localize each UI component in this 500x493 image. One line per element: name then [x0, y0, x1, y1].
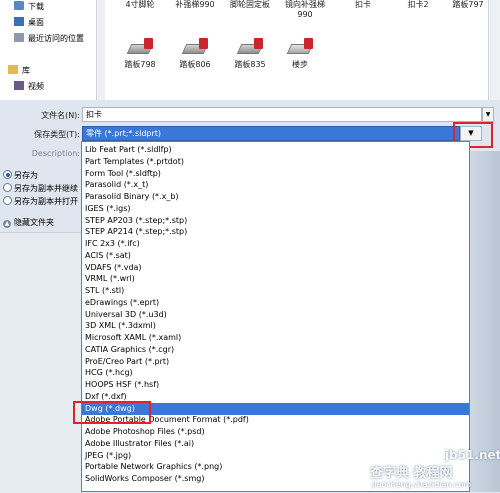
radio-icon — [3, 196, 12, 205]
filename-label: 文件名(N): — [41, 111, 80, 120]
filetype-option[interactable]: Universal 3D (*.u3d) — [85, 309, 469, 321]
filetype-option[interactable]: JPEG (*.jpg) — [85, 450, 469, 462]
file-name: 镜向补强梯 — [285, 0, 325, 9]
file-item[interactable]: 补强梯990 — [165, 0, 225, 10]
file-item[interactable]: 踏板806 — [165, 38, 225, 70]
collapse-icon: ▲ — [3, 220, 11, 228]
options-panel-background — [0, 232, 81, 493]
option-save-copy-continue[interactable]: 另存为副本并继续 — [3, 183, 81, 194]
file-name: 楼步 — [292, 60, 308, 69]
nav-item-recent-places[interactable]: 最近访问的位置 — [14, 32, 84, 46]
nav-item-label: 视频 — [28, 82, 44, 91]
file-name-line2: 990 — [297, 10, 313, 19]
radio-icon — [3, 183, 12, 192]
file-name: 扣卡 — [355, 0, 371, 9]
file-name: 踏板806 — [179, 60, 211, 69]
hide-folders-label: 隐藏文件夹 — [14, 218, 54, 227]
file-name: 踏板798 — [124, 60, 156, 69]
nav-scrollbar[interactable] — [96, 0, 105, 100]
filetype-dropdown-list[interactable]: Lib Feat Part (*.sldlfp) Part Templates (… — [81, 141, 470, 492]
option-save-as[interactable]: 另存为 — [3, 170, 38, 181]
filetype-option[interactable]: VDAFS (*.vda) — [85, 262, 469, 274]
filetype-label: 保存类型(T): — [34, 130, 80, 139]
filetype-option[interactable]: Microsoft XAML (*.xaml) — [85, 332, 469, 344]
nav-item-desktop[interactable]: 桌面 — [14, 16, 44, 30]
file-name: 脚轮固定板 — [230, 0, 270, 9]
file-name: 补强梯990 — [175, 0, 215, 9]
desktop-icon — [14, 17, 24, 26]
filetype-option[interactable]: VRML (*.wrl) — [85, 273, 469, 285]
file-list: 4寸脚轮 补强梯990 脚轮固定板 镜向补强梯 990 扣卡 扣卡2 踏板797… — [105, 0, 500, 100]
file-item[interactable]: 4寸脚轮 — [110, 0, 170, 10]
option-label: 另存为副本并打开 — [14, 197, 78, 206]
download-folder-icon — [14, 1, 24, 10]
part-file-icon — [181, 38, 209, 58]
description-label: Description: — [31, 149, 80, 158]
nav-item-label: 下载 — [28, 2, 44, 11]
filetype-option[interactable]: Parasolid Binary (*.x_b) — [85, 191, 469, 203]
filetype-option[interactable]: IFC 2x3 (*.ifc) — [85, 238, 469, 250]
option-label: 另存为 — [14, 171, 38, 180]
filetype-option[interactable]: CATIA Graphics (*.cgr) — [85, 344, 469, 356]
file-item[interactable]: 扣卡 — [333, 0, 393, 10]
option-label: 另存为副本并继续 — [14, 184, 78, 193]
filetype-option[interactable]: Part Templates (*.prtdot) — [85, 156, 469, 168]
part-file-icon — [126, 38, 154, 58]
filetype-option[interactable]: Lib Feat Part (*.sldlfp) — [85, 144, 469, 156]
filetype-option[interactable]: IGES (*.igs) — [85, 203, 469, 215]
filename-input[interactable]: 扣卡 — [82, 107, 482, 122]
nav-item-label: 最近访问的位置 — [28, 34, 84, 43]
filetype-option[interactable]: eDrawings (*.eprt) — [85, 297, 469, 309]
nav-item-downloads[interactable]: 下载 — [14, 0, 44, 14]
filetype-option[interactable]: Adobe Photoshop Files (*.psd) — [85, 426, 469, 438]
watermark-title: 查字典 教程网 — [370, 466, 453, 481]
annotation-highlight-box — [73, 401, 151, 424]
library-icon — [8, 65, 18, 74]
file-item[interactable]: 踏板798 — [110, 38, 170, 70]
filetype-option[interactable]: STEP AP214 (*.step;*.stp) — [85, 226, 469, 238]
watermark-site: jb51.net — [445, 448, 500, 462]
part-file-icon — [236, 38, 264, 58]
file-item[interactable]: 楼步 — [270, 38, 330, 70]
filetype-option[interactable]: STL (*.stl) — [85, 285, 469, 297]
option-save-copy-open[interactable]: 另存为副本并打开 — [3, 196, 81, 207]
nav-item-label: 库 — [22, 66, 30, 75]
nav-item-videos[interactable]: 视频 — [14, 80, 44, 94]
filetype-option[interactable]: ProE/Creo Part (*.prt) — [85, 356, 469, 368]
hide-folders-button[interactable]: ▲ 隐藏文件夹 — [3, 217, 54, 228]
video-folder-icon — [14, 81, 24, 90]
background-window — [470, 151, 500, 492]
filetype-option[interactable]: 3D XML (*.3dxml) — [85, 320, 469, 332]
filetype-option[interactable]: ACIS (*.sat) — [85, 250, 469, 262]
filetype-option[interactable]: Parasolid (*.x_t) — [85, 179, 469, 191]
radio-selected-icon — [3, 170, 12, 179]
filetype-option[interactable]: STEP AP203 (*.step;*.stp) — [85, 215, 469, 227]
filename-dropdown-icon[interactable]: ▼ — [482, 107, 494, 122]
watermark-url: jiaocheng.chazidian.com — [372, 480, 472, 489]
assembly-file-icon — [286, 38, 314, 58]
navigation-pane: 下载 桌面 最近访问的位置 库 视频 — [0, 0, 96, 100]
filetype-option[interactable]: HOOPS HSF (*.hsf) — [85, 379, 469, 391]
filetype-option[interactable]: HCG (*.hcg) — [85, 367, 469, 379]
file-list-scrollbar[interactable] — [488, 0, 500, 100]
file-item[interactable]: 镜向补强梯 990 — [275, 0, 335, 20]
filetype-option[interactable]: Form Tool (*.sldftp) — [85, 168, 469, 180]
recent-places-icon — [14, 33, 24, 42]
filetype-option[interactable]: Adobe Illustrator Files (*.ai) — [85, 438, 469, 450]
filetype-select[interactable]: 零件 (*.prt;*.sldprt) — [82, 126, 460, 141]
file-name: 4寸脚轮 — [125, 0, 155, 9]
nav-item-label: 桌面 — [28, 18, 44, 27]
nav-item-libraries[interactable]: 库 — [8, 64, 30, 78]
file-item[interactable]: 脚轮固定板 — [220, 0, 280, 10]
